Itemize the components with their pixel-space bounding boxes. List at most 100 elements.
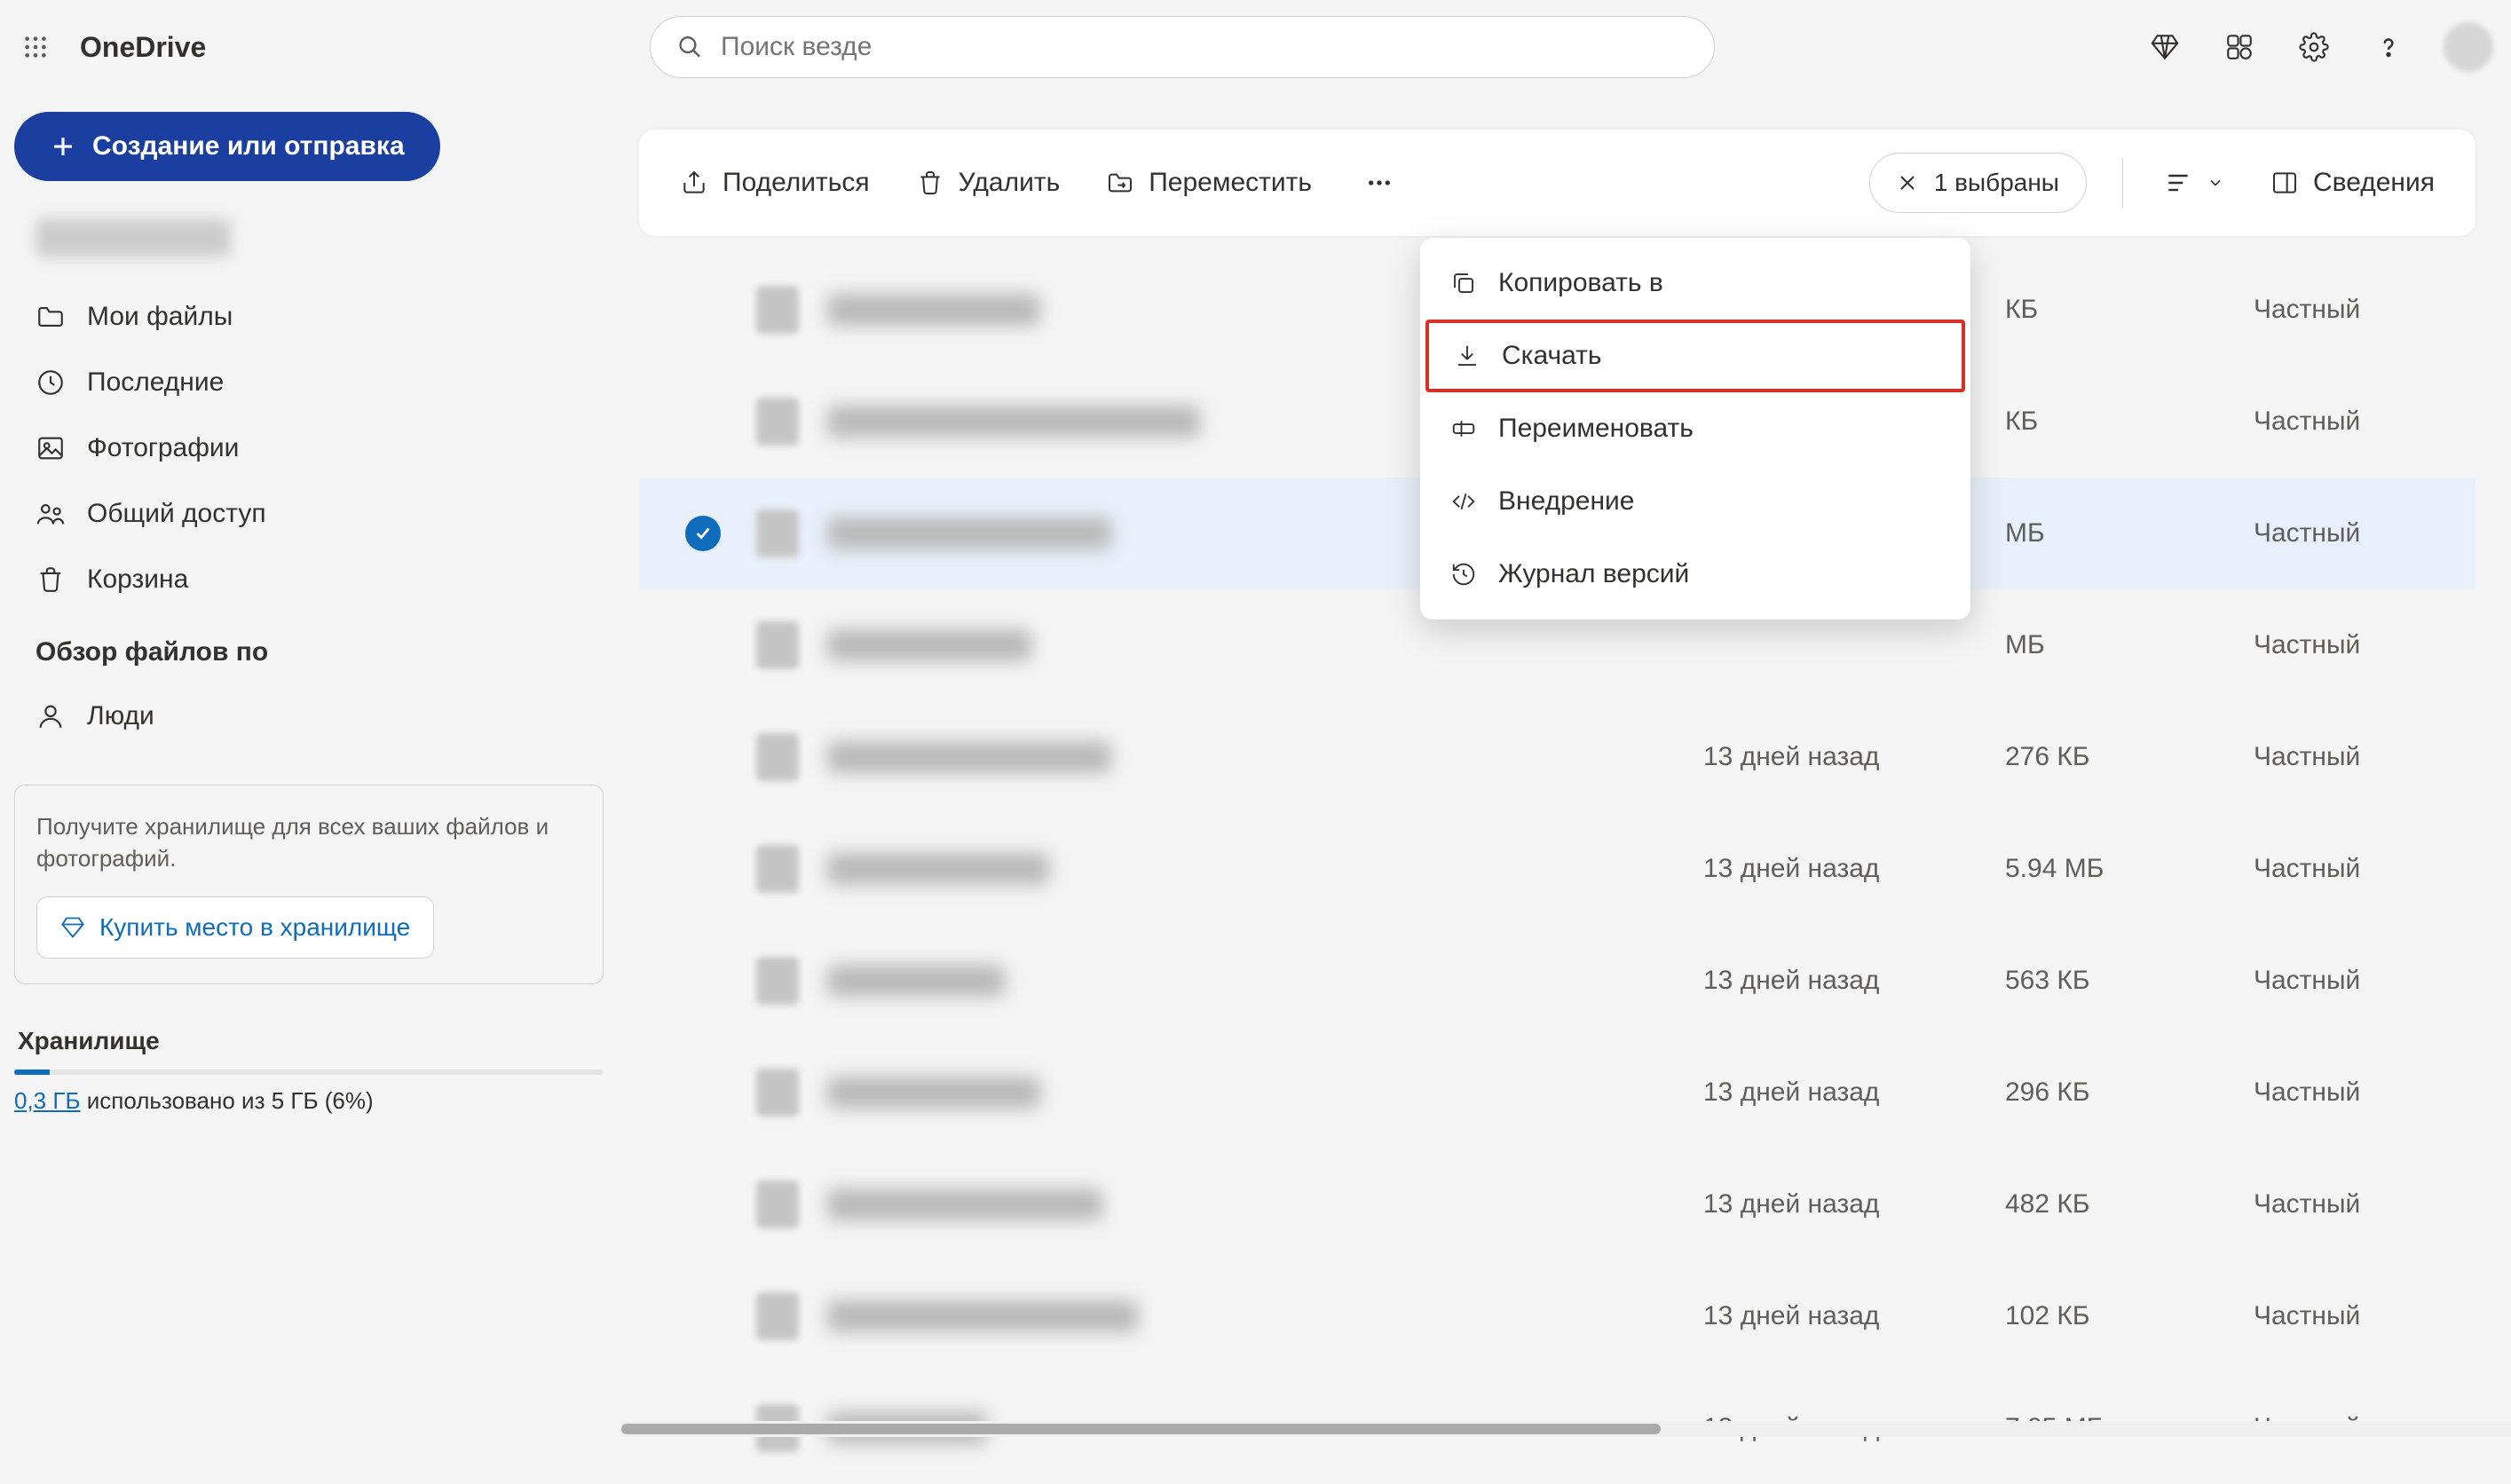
file-row[interactable]: 13 дней назад482 КБЧастный xyxy=(639,1149,2475,1260)
checkbox-col[interactable] xyxy=(685,516,756,551)
file-name-redacted xyxy=(827,517,1111,549)
file-name-col[interactable] xyxy=(827,629,1703,661)
move-label: Переместить xyxy=(1149,168,1312,198)
gear-icon xyxy=(2299,32,2329,62)
storage-title: Хранилище xyxy=(18,1027,604,1055)
settings-button[interactable] xyxy=(2286,19,2342,75)
more-actions-button[interactable] xyxy=(1353,156,1406,209)
file-name-redacted xyxy=(827,741,1111,773)
storage-used-link[interactable]: 0,3 ГБ xyxy=(14,1087,81,1114)
file-name-col[interactable] xyxy=(827,965,1703,997)
date-col: 13 дней назад xyxy=(1703,1189,2005,1220)
main: Поделиться Удалить Переместить 1 выбраны xyxy=(621,94,2511,1437)
file-row[interactable]: 13 дней назад296 КБЧастный xyxy=(639,1037,2475,1149)
sharing-col: Частный xyxy=(2254,854,2449,884)
date-col: 13 дней назад xyxy=(1703,1077,2005,1108)
storage-text: 0,3 ГБ использовано из 5 ГБ (6%) xyxy=(14,1087,604,1115)
sharing-col: Частный xyxy=(2254,1077,2449,1108)
file-name-col[interactable] xyxy=(827,1077,1703,1109)
move-button[interactable]: Переместить xyxy=(1101,159,1317,207)
premium-button[interactable] xyxy=(2136,19,2193,75)
menu-label: Переименовать xyxy=(1498,414,1694,444)
menu-embed[interactable]: Внедрение xyxy=(1420,465,1970,538)
sharing-col: Частный xyxy=(2254,742,2449,772)
file-row[interactable]: 13 дней назад276 КБЧастный xyxy=(639,701,2475,813)
file-icon-col xyxy=(756,398,827,446)
search-input[interactable] xyxy=(721,32,1687,62)
file-name-col[interactable] xyxy=(827,853,1703,885)
selection-pill[interactable]: 1 выбраны xyxy=(1869,153,2087,213)
app-launcher-button[interactable] xyxy=(18,29,53,65)
file-icon-col xyxy=(756,845,827,893)
file-row[interactable]: 13 дней назад563 КБЧастный xyxy=(639,925,2475,1037)
sidebar-item-recent[interactable]: Последние xyxy=(14,350,604,415)
size-col: 563 КБ xyxy=(2005,966,2254,996)
create-upload-button[interactable]: Создание или отправка xyxy=(14,112,440,181)
apps-button[interactable] xyxy=(2211,19,2268,75)
horizontal-scrollbar[interactable] xyxy=(621,1421,2511,1437)
sidebar-item-shared[interactable]: Общий доступ xyxy=(14,481,604,547)
menu-rename[interactable]: Переименовать xyxy=(1420,392,1970,465)
file-row[interactable]: 13 дней назад102 КБЧастный xyxy=(639,1260,2475,1372)
size-col: 296 КБ xyxy=(2005,1077,2254,1108)
size-col: 276 КБ xyxy=(2005,742,2254,772)
sharing-col: Частный xyxy=(2254,1301,2449,1331)
help-button[interactable] xyxy=(2360,19,2417,75)
sharing-col: Частный xyxy=(2254,407,2449,437)
sidebar-item-photos[interactable]: Фотографии xyxy=(14,415,604,481)
file-icon-col xyxy=(756,1069,827,1117)
delete-button[interactable]: Удалить xyxy=(911,159,1066,207)
sharing-col: Частный xyxy=(2254,630,2449,660)
date-col: 13 дней назад xyxy=(1703,742,2005,772)
file-icon xyxy=(756,733,799,781)
file-icon xyxy=(756,1292,799,1340)
search-box[interactable] xyxy=(650,16,1715,78)
file-icon xyxy=(756,509,799,557)
avatar[interactable] xyxy=(2444,22,2493,72)
menu-version-history[interactable]: Журнал версий xyxy=(1420,538,1970,611)
sidebar-item-recycle[interactable]: Корзина xyxy=(14,547,604,612)
menu-label: Скачать xyxy=(1502,341,1602,371)
sharing-col: Частный xyxy=(2254,518,2449,549)
sort-icon xyxy=(2164,169,2192,197)
date-col: 13 дней назад xyxy=(1703,1301,2005,1331)
details-button[interactable]: Сведения xyxy=(2265,159,2440,207)
scrollbar-thumb[interactable] xyxy=(621,1424,1661,1434)
file-icon xyxy=(756,957,799,1005)
share-button[interactable]: Поделиться xyxy=(675,159,875,207)
menu-copy-to[interactable]: Копировать в xyxy=(1420,247,1970,320)
plus-icon xyxy=(50,133,76,160)
sidebar-item-label: Общий доступ xyxy=(87,499,266,529)
file-icon xyxy=(756,621,799,669)
context-menu: Копировать в Скачать Переименовать Внедр… xyxy=(1420,238,1970,620)
file-name-redacted xyxy=(827,1188,1102,1220)
chevron-down-icon xyxy=(2207,174,2224,192)
download-icon xyxy=(1454,343,1481,369)
file-name-redacted xyxy=(827,1077,1040,1109)
apps-icon xyxy=(2224,32,2254,62)
people-icon xyxy=(36,499,66,529)
file-name-redacted xyxy=(827,1300,1138,1332)
file-row[interactable]: 13 дней назад5.94 МБЧастный xyxy=(639,813,2475,925)
size-col: 482 КБ xyxy=(2005,1189,2254,1220)
checked-icon xyxy=(685,516,721,551)
file-name-redacted xyxy=(827,294,1040,326)
file-name-col[interactable] xyxy=(827,741,1703,773)
delete-label: Удалить xyxy=(959,168,1061,198)
file-name-col[interactable] xyxy=(827,1188,1703,1220)
sidebar-item-my-files[interactable]: Мои файлы xyxy=(14,284,604,350)
move-folder-icon xyxy=(1106,169,1134,197)
sort-button[interactable] xyxy=(2159,160,2230,206)
toolbar: Поделиться Удалить Переместить 1 выбраны xyxy=(639,130,2475,236)
sidebar-item-people[interactable]: Люди xyxy=(14,683,604,749)
menu-label: Копировать в xyxy=(1498,268,1663,298)
file-name-redacted xyxy=(827,853,1049,885)
date-col: 13 дней назад xyxy=(1703,854,2005,884)
sidebar-item-label: Фотографии xyxy=(87,433,239,463)
size-col: 102 КБ xyxy=(2005,1301,2254,1331)
close-icon xyxy=(1897,172,1918,193)
file-name-col[interactable] xyxy=(827,1300,1703,1332)
buy-storage-button[interactable]: Купить место в хранилище xyxy=(36,896,434,959)
menu-download[interactable]: Скачать xyxy=(1425,320,1965,392)
sharing-col: Частный xyxy=(2254,1189,2449,1220)
